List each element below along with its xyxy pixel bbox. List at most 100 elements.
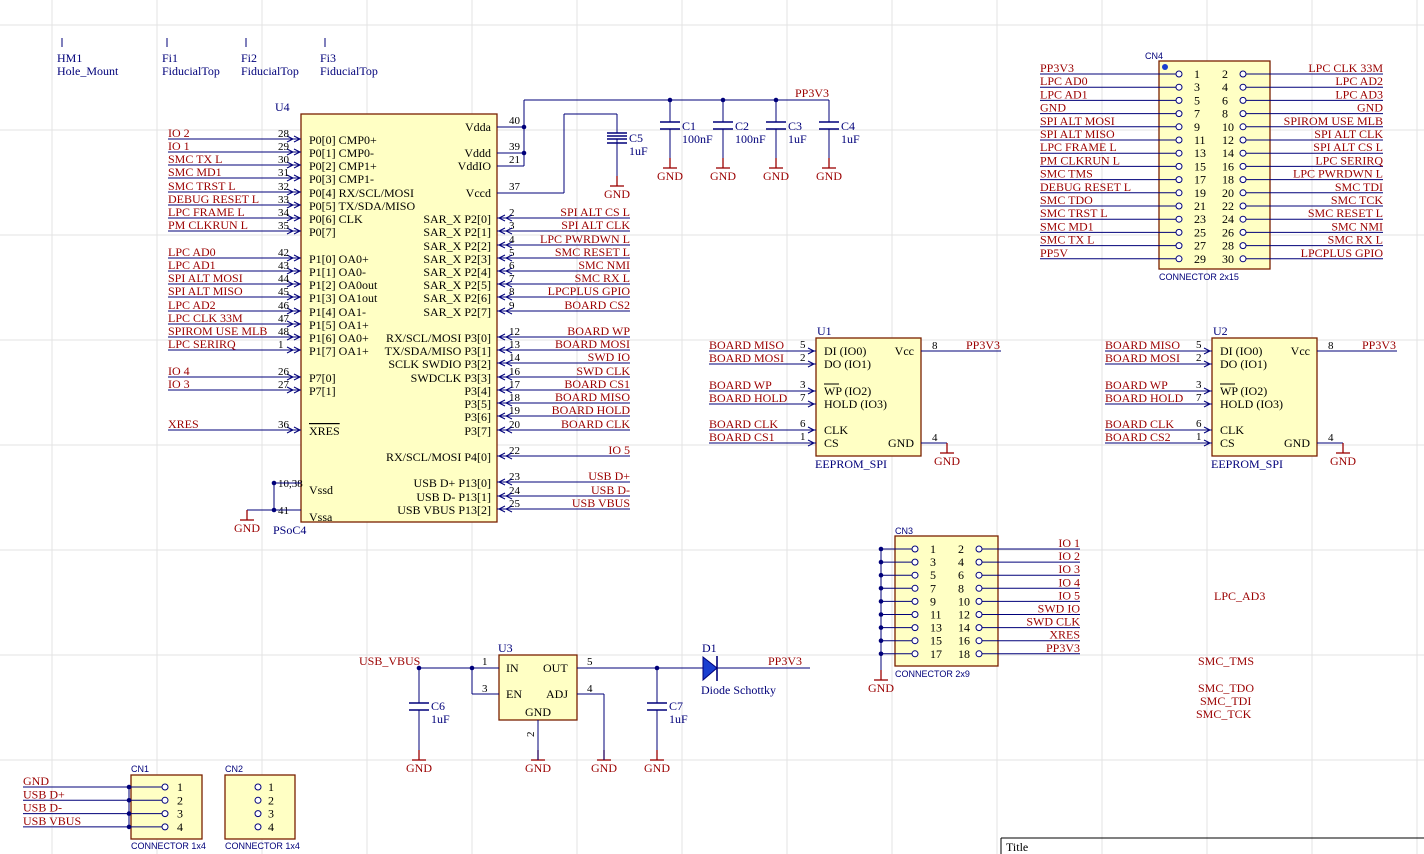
cn4-pin-number: 21 bbox=[1194, 199, 1206, 213]
hm1-value: Hole_Mount bbox=[57, 64, 119, 78]
cn4-pin-number: 2 bbox=[1222, 67, 1228, 81]
eeprom-designator: U1 bbox=[817, 324, 832, 338]
net-label-smc-tx-l: SMC TX L bbox=[1040, 233, 1094, 247]
u4-pin-name: SWDCLK P3[3] bbox=[411, 371, 491, 385]
eeprom-pin-number: 4 bbox=[1328, 432, 1334, 444]
u4-pin-name: P1[7] OA1+ bbox=[309, 344, 369, 358]
net-label-smc-tdo: SMC TDO bbox=[1040, 193, 1093, 207]
net-label-xres: XRES bbox=[168, 417, 199, 431]
connector-pin-icon bbox=[1239, 176, 1247, 184]
u3-pin-in: IN bbox=[506, 661, 519, 675]
net-label-swd-io: SWD IO bbox=[1038, 602, 1081, 616]
u1-eeprom[interactable]: U1 EEPROM_SPI BOARD MISO 5 DI (IO0) BOARD MOS… bbox=[709, 324, 1001, 471]
cn4-pin-number: 8 bbox=[1222, 107, 1228, 121]
ground-icon bbox=[874, 670, 888, 681]
net-label-smc-tdi: SMC_TDI bbox=[1200, 694, 1251, 708]
net-label-io-3: IO 3 bbox=[1058, 562, 1080, 576]
connector-pin-icon bbox=[911, 571, 919, 579]
net-label-io-5: IO 5 bbox=[1058, 588, 1080, 602]
cn1-pin-number: 4 bbox=[177, 820, 183, 834]
cn3-pin-number: 8 bbox=[958, 581, 964, 595]
net-label-xres: XRES bbox=[1049, 628, 1080, 642]
u4-pin-name: P0[1] CMP0- bbox=[309, 146, 374, 160]
u4-pin-name: P1[2] OA0out bbox=[309, 278, 378, 292]
u4-pin-name: SAR_X P2[1] bbox=[423, 225, 491, 239]
eeprom-pin-name: CS bbox=[824, 436, 839, 450]
net-label-lpc-ad2: LPC AD2 bbox=[1335, 74, 1383, 88]
u4-pin-name: Vdda bbox=[465, 120, 492, 134]
connector-pin-icon bbox=[1175, 70, 1183, 78]
u4-pin-name: USB D- P13[1] bbox=[416, 490, 491, 504]
u4-pin-name: P0[7] bbox=[309, 225, 336, 239]
net-label-board-mosi: BOARD MOSI bbox=[555, 337, 630, 351]
cn4-pin-number: 29 bbox=[1194, 252, 1206, 266]
u4-pin-number: 21 bbox=[509, 154, 520, 166]
u4-psoc4[interactable]: U4 PSoC4 IO 2 28 P0[0] CMP0+IO 1 29 P0[1] CM… bbox=[168, 100, 630, 537]
u4-part: PSoC4 bbox=[273, 523, 306, 537]
connector-pin-icon bbox=[161, 796, 169, 804]
u4-pin-number: 33 bbox=[278, 194, 290, 206]
eeprom-pin-name: CLK bbox=[824, 423, 848, 437]
net-label-swd-clk: SWD CLK bbox=[1026, 615, 1080, 629]
u4-pin-number: 13 bbox=[509, 339, 521, 351]
cn4-pin-number: 3 bbox=[1194, 80, 1200, 94]
net-label-gnd: GND bbox=[1040, 101, 1066, 115]
u4-pin-name: P7[1] bbox=[309, 384, 336, 398]
u4-gnd-label: GND bbox=[234, 521, 260, 535]
ground-icon bbox=[650, 750, 664, 761]
cn4-pin-number: 7 bbox=[1194, 107, 1200, 121]
net-label-board-clk: BOARD CLK bbox=[709, 417, 778, 431]
u2-eeprom[interactable]: U2 EEPROM_SPI BOARD MISO 5 DI (IO0) BOARD MOS… bbox=[1105, 324, 1397, 471]
fi3-designator: Fi3 bbox=[320, 51, 336, 65]
u4-pin-number: 25 bbox=[509, 498, 521, 510]
net-label-spi-alt-clk: SPI ALT CLK bbox=[561, 218, 630, 232]
capacitor-designator: C3 bbox=[788, 119, 802, 133]
cn4-body[interactable] bbox=[1158, 60, 1271, 270]
net-label-smc-tx-l: SMC TX L bbox=[168, 152, 222, 166]
net-label-board-miso: BOARD MISO bbox=[1105, 338, 1180, 352]
connector-pin-icon bbox=[975, 597, 983, 605]
mechanical-parts: HM1 Hole_Mount Fi1 FiducialTop Fi2 Fiduc… bbox=[57, 38, 378, 78]
cn2-pin-number: 2 bbox=[268, 793, 274, 807]
cn1-connector[interactable]: CN1 CONNECTOR 1x4 1 GND 2 USB D+ 3 USB D- 4 USB V… bbox=[23, 764, 206, 851]
eeprom-pin-name: DO (IO1) bbox=[1220, 357, 1267, 371]
net-label-lpc-serirq: LPC SERIRQ bbox=[168, 337, 236, 351]
net-label-pp5v: PP5V bbox=[1040, 246, 1068, 260]
pp3v3-label-top: PP3V3 bbox=[795, 86, 829, 100]
connector-pin-icon bbox=[1239, 70, 1247, 78]
u3-regulator[interactable]: U3 IN OUT EN ADJ GND 1 5 3 4 2 USB_VBUS bbox=[359, 641, 703, 760]
u4-pin-number: 22 bbox=[509, 445, 520, 457]
u4-pin-name: P3[7] bbox=[464, 424, 491, 438]
u4-pin-number: 46 bbox=[278, 300, 290, 312]
eeprom-pin-number: 7 bbox=[1196, 392, 1202, 404]
u4-pin-number: 31 bbox=[278, 167, 289, 179]
cn4-connector[interactable]: CN4 CONNECTOR 2x15 1 PP3V3 3 LPC AD0 5 LPC AD1 7… bbox=[1040, 51, 1383, 282]
net-label-spi-alt-clk: SPI ALT CLK bbox=[1314, 127, 1383, 141]
net-label-pp3v3: PP3V3 bbox=[1046, 641, 1080, 655]
net-label-smc-md1: SMC MD1 bbox=[168, 165, 222, 179]
connector-pin-icon bbox=[161, 783, 169, 791]
u4-pin-name: SAR_X P2[0] bbox=[423, 212, 491, 226]
net-label-usb-d: USB D- bbox=[591, 483, 630, 497]
eeprom-pin-number: 3 bbox=[800, 379, 806, 391]
cn4-pin-number: 6 bbox=[1222, 93, 1228, 107]
net-label-swd-io: SWD IO bbox=[588, 350, 631, 364]
d1-diode[interactable]: D1 Diode Schottky PP3V3 bbox=[701, 641, 810, 697]
u4-pin-number: 43 bbox=[278, 260, 290, 272]
cn4-pin-number: 18 bbox=[1222, 173, 1234, 187]
connector-pin-icon bbox=[1175, 242, 1183, 250]
eeprom-pin-number: 2 bbox=[800, 352, 806, 364]
net-label-smc-trst-l: SMC TRST L bbox=[168, 179, 236, 193]
cn3-connector[interactable]: CN3CONNECTOR 2x91357911131517GND2 IO 14 IO… bbox=[868, 526, 1080, 695]
eeprom-pin-number: 5 bbox=[1196, 339, 1202, 351]
u4-pin-name: P0[5] TX/SDA/MISO bbox=[309, 199, 415, 213]
ground-icon bbox=[412, 750, 426, 761]
connector-pin-icon bbox=[911, 558, 919, 566]
net-label-board-clk: BOARD CLK bbox=[1105, 417, 1174, 431]
cn4-pin-number: 11 bbox=[1194, 133, 1206, 147]
cn2-connector[interactable]: CN2 CONNECTOR 1x4 1234 bbox=[224, 764, 300, 851]
net-label-usb-vbus: USB VBUS bbox=[23, 814, 81, 828]
net-label-smc-tck: SMC_TCK bbox=[1196, 707, 1252, 721]
eeprom-part: EEPROM_SPI bbox=[1211, 457, 1283, 471]
cn2-pin-number: 1 bbox=[268, 780, 274, 794]
